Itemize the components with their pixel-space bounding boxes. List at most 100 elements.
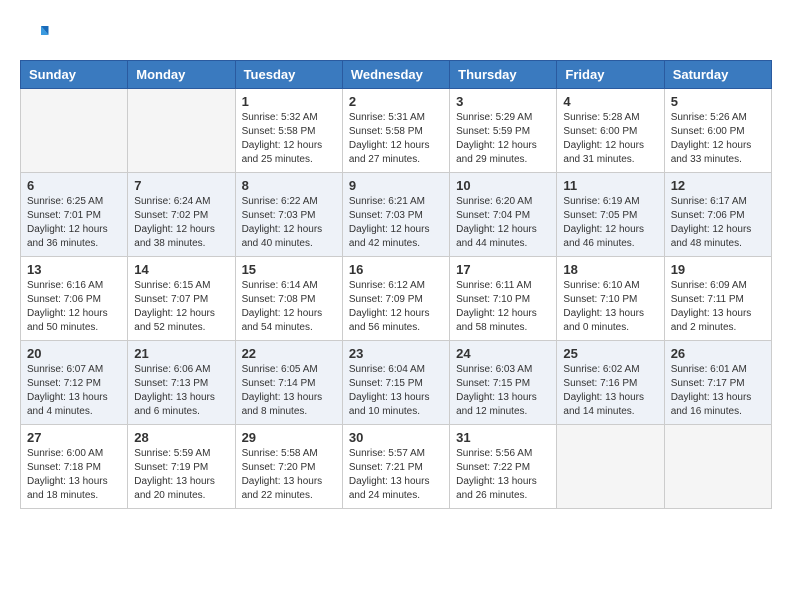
- day-info: Sunrise: 6:21 AM Sunset: 7:03 PM Dayligh…: [349, 195, 443, 251]
- calendar-cell: 1 Sunrise: 5:32 AM Sunset: 5:58 PM Daylig…: [235, 89, 342, 173]
- calendar-cell: 8Sunrise: 6:22 AM Sunset: 7:03 PM Daylig…: [235, 173, 342, 257]
- calendar-cell: 3 Sunrise: 5:29 AM Sunset: 5:59 PM Daylig…: [450, 89, 557, 173]
- calendar-week-row: 13 Sunrise: 6:16 AM Sunset: 7:06 PM Dayli…: [21, 257, 772, 341]
- day-info: Sunrise: 6:05 AM Sunset: 7:14 PM Dayligh…: [242, 363, 336, 419]
- calendar-header-thursday: Thursday: [450, 61, 557, 89]
- calendar-cell: 28Sunrise: 5:59 AM Sunset: 7:19 PM Dayli…: [128, 425, 235, 509]
- day-number: 12: [671, 178, 765, 193]
- day-number: 2: [349, 94, 443, 109]
- calendar-header-tuesday: Tuesday: [235, 61, 342, 89]
- calendar-header-wednesday: Wednesday: [342, 61, 449, 89]
- day-info: Sunrise: 6:16 AM Sunset: 7:06 PM Dayligh…: [27, 279, 121, 335]
- day-number: 16: [349, 262, 443, 277]
- day-number: 3: [456, 94, 550, 109]
- calendar-cell: 26 Sunrise: 6:01 AM Sunset: 7:17 PM Dayli…: [664, 341, 771, 425]
- day-info: Sunrise: 6:00 AM Sunset: 7:18 PM Dayligh…: [27, 447, 121, 503]
- calendar-cell: 10Sunrise: 6:20 AM Sunset: 7:04 PM Dayli…: [450, 173, 557, 257]
- calendar-table: SundayMondayTuesdayWednesdayThursdayFrid…: [20, 60, 772, 509]
- calendar-header-monday: Monday: [128, 61, 235, 89]
- day-info: Sunrise: 6:25 AM Sunset: 7:01 PM Dayligh…: [27, 195, 121, 251]
- calendar-cell: 31Sunrise: 5:56 AM Sunset: 7:22 PM Dayli…: [450, 425, 557, 509]
- day-number: 19: [671, 262, 765, 277]
- day-number: 29: [242, 430, 336, 445]
- calendar-cell: [557, 425, 664, 509]
- day-info: Sunrise: 6:02 AM Sunset: 7:16 PM Dayligh…: [563, 363, 657, 419]
- calendar-week-row: 1 Sunrise: 5:32 AM Sunset: 5:58 PM Daylig…: [21, 89, 772, 173]
- day-info: Sunrise: 6:24 AM Sunset: 7:02 PM Dayligh…: [134, 195, 228, 251]
- calendar-cell: 16 Sunrise: 6:12 AM Sunset: 7:09 PM Dayli…: [342, 257, 449, 341]
- day-info: Sunrise: 6:01 AM Sunset: 7:17 PM Dayligh…: [671, 363, 765, 419]
- calendar-header-friday: Friday: [557, 61, 664, 89]
- calendar-cell: 21 Sunrise: 6:06 AM Sunset: 7:13 PM Dayli…: [128, 341, 235, 425]
- calendar-cell: 22 Sunrise: 6:05 AM Sunset: 7:14 PM Dayli…: [235, 341, 342, 425]
- calendar-cell: 24 Sunrise: 6:03 AM Sunset: 7:15 PM Dayli…: [450, 341, 557, 425]
- day-info: Sunrise: 5:29 AM Sunset: 5:59 PM Dayligh…: [456, 111, 550, 167]
- calendar-cell: 9 Sunrise: 6:21 AM Sunset: 7:03 PM Daylig…: [342, 173, 449, 257]
- day-number: 26: [671, 346, 765, 361]
- day-info: Sunrise: 6:07 AM Sunset: 7:12 PM Dayligh…: [27, 363, 121, 419]
- day-number: 28: [134, 430, 228, 445]
- calendar-week-row: 6 Sunrise: 6:25 AM Sunset: 7:01 PM Daylig…: [21, 173, 772, 257]
- day-info: Sunrise: 6:06 AM Sunset: 7:13 PM Dayligh…: [134, 363, 228, 419]
- day-number: 1: [242, 94, 336, 109]
- calendar-cell: 19 Sunrise: 6:09 AM Sunset: 7:11 PM Dayli…: [664, 257, 771, 341]
- day-info: Sunrise: 6:09 AM Sunset: 7:11 PM Dayligh…: [671, 279, 765, 335]
- calendar-cell: 6 Sunrise: 6:25 AM Sunset: 7:01 PM Daylig…: [21, 173, 128, 257]
- calendar-cell: 25 Sunrise: 6:02 AM Sunset: 7:16 PM Dayli…: [557, 341, 664, 425]
- day-number: 18: [563, 262, 657, 277]
- day-number: 13: [27, 262, 121, 277]
- calendar-cell: 29 Sunrise: 5:58 AM Sunset: 7:20 PM Dayli…: [235, 425, 342, 509]
- day-number: 15: [242, 262, 336, 277]
- calendar-cell: 13 Sunrise: 6:16 AM Sunset: 7:06 PM Dayli…: [21, 257, 128, 341]
- day-number: 6: [27, 178, 121, 193]
- day-number: 14: [134, 262, 228, 277]
- day-info: Sunrise: 6:12 AM Sunset: 7:09 PM Dayligh…: [349, 279, 443, 335]
- logo-icon: [20, 20, 50, 50]
- day-info: Sunrise: 5:26 AM Sunset: 6:00 PM Dayligh…: [671, 111, 765, 167]
- day-number: 9: [349, 178, 443, 193]
- day-number: 25: [563, 346, 657, 361]
- calendar-week-row: 27 Sunrise: 6:00 AM Sunset: 7:18 PM Dayli…: [21, 425, 772, 509]
- calendar-cell: 11Sunrise: 6:19 AM Sunset: 7:05 PM Dayli…: [557, 173, 664, 257]
- day-info: Sunrise: 5:58 AM Sunset: 7:20 PM Dayligh…: [242, 447, 336, 503]
- day-info: Sunrise: 5:31 AM Sunset: 5:58 PM Dayligh…: [349, 111, 443, 167]
- page-header: [20, 20, 772, 50]
- calendar-cell: 15Sunrise: 6:14 AM Sunset: 7:08 PM Dayli…: [235, 257, 342, 341]
- calendar-header-row: SundayMondayTuesdayWednesdayThursdayFrid…: [21, 61, 772, 89]
- calendar-cell: [664, 425, 771, 509]
- logo: [20, 20, 54, 50]
- day-number: 23: [349, 346, 443, 361]
- calendar-cell: 17Sunrise: 6:11 AM Sunset: 7:10 PM Dayli…: [450, 257, 557, 341]
- day-number: 11: [563, 178, 657, 193]
- calendar-cell: 7 Sunrise: 6:24 AM Sunset: 7:02 PM Daylig…: [128, 173, 235, 257]
- day-info: Sunrise: 5:28 AM Sunset: 6:00 PM Dayligh…: [563, 111, 657, 167]
- day-info: Sunrise: 6:03 AM Sunset: 7:15 PM Dayligh…: [456, 363, 550, 419]
- day-info: Sunrise: 5:32 AM Sunset: 5:58 PM Dayligh…: [242, 111, 336, 167]
- calendar-cell: 27 Sunrise: 6:00 AM Sunset: 7:18 PM Dayli…: [21, 425, 128, 509]
- day-number: 4: [563, 94, 657, 109]
- day-info: Sunrise: 6:20 AM Sunset: 7:04 PM Dayligh…: [456, 195, 550, 251]
- day-info: Sunrise: 6:15 AM Sunset: 7:07 PM Dayligh…: [134, 279, 228, 335]
- calendar-cell: [21, 89, 128, 173]
- day-info: Sunrise: 6:17 AM Sunset: 7:06 PM Dayligh…: [671, 195, 765, 251]
- day-number: 24: [456, 346, 550, 361]
- calendar-cell: 14 Sunrise: 6:15 AM Sunset: 7:07 PM Dayli…: [128, 257, 235, 341]
- calendar-cell: 18 Sunrise: 6:10 AM Sunset: 7:10 PM Dayli…: [557, 257, 664, 341]
- calendar-cell: 2 Sunrise: 5:31 AM Sunset: 5:58 PM Daylig…: [342, 89, 449, 173]
- calendar-cell: 5 Sunrise: 5:26 AM Sunset: 6:00 PM Daylig…: [664, 89, 771, 173]
- day-number: 30: [349, 430, 443, 445]
- day-number: 7: [134, 178, 228, 193]
- day-number: 17: [456, 262, 550, 277]
- day-info: Sunrise: 6:04 AM Sunset: 7:15 PM Dayligh…: [349, 363, 443, 419]
- day-number: 22: [242, 346, 336, 361]
- day-number: 20: [27, 346, 121, 361]
- calendar-cell: 30Sunrise: 5:57 AM Sunset: 7:21 PM Dayli…: [342, 425, 449, 509]
- day-number: 21: [134, 346, 228, 361]
- calendar-header-saturday: Saturday: [664, 61, 771, 89]
- day-number: 5: [671, 94, 765, 109]
- calendar-cell: 23 Sunrise: 6:04 AM Sunset: 7:15 PM Dayli…: [342, 341, 449, 425]
- day-number: 31: [456, 430, 550, 445]
- day-number: 27: [27, 430, 121, 445]
- day-info: Sunrise: 6:10 AM Sunset: 7:10 PM Dayligh…: [563, 279, 657, 335]
- calendar-cell: 4 Sunrise: 5:28 AM Sunset: 6:00 PM Daylig…: [557, 89, 664, 173]
